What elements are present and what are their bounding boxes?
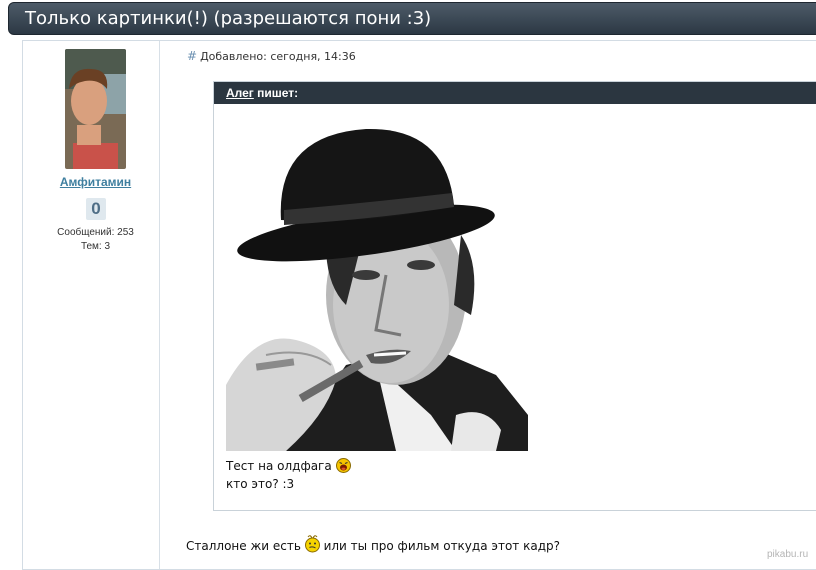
author-topics-count: Тем: 3 (80, 241, 111, 252)
author-name-link[interactable]: Амфитамин (23, 175, 168, 189)
post-author-column: Амфитамин 0 Сообщений: 253 Тем: 3 (23, 41, 160, 569)
author-posts-count: Сообщений: 253 (57, 227, 134, 238)
quote-text: Тест на олдфага кто это? :3 (226, 458, 351, 492)
post-body-text: Сталлоне жи есть или ты про фильм откуда… (186, 535, 560, 556)
watermark: pikabu.ru (767, 549, 809, 560)
reply-part-1: Сталлоне жи есть (186, 539, 301, 553)
quote-line-2: кто это? :3 (226, 477, 295, 491)
quote-writes-label: пишет: (257, 86, 299, 100)
post-meta: # Добавлено: сегодня, 14:36 (187, 49, 356, 63)
quote-author-link[interactable]: Алег (226, 86, 254, 100)
laughing-smiley-icon (335, 458, 351, 477)
forum-post: Амфитамин 0 Сообщений: 253 Тем: 3 # Добав… (22, 40, 816, 570)
post-anchor-link[interactable]: # (187, 49, 197, 63)
quote-header: Алег пишет: (214, 82, 816, 104)
confused-smiley-icon (304, 535, 320, 556)
quote-block: Алег пишет: Тест на олдфага кто это?:3 (213, 81, 816, 511)
post-date: Добавлено: сегодня, 14:36 (200, 50, 356, 63)
quoted-photo (226, 115, 528, 451)
topic-title: Только картинки(!) (разрешаются пони :3) (8, 2, 816, 35)
reputation-badge[interactable]: 0 (86, 198, 106, 220)
reply-part-2: или ты про фильм откуда этот кадр? (323, 539, 560, 553)
quote-line-1: Тест на олдфага (226, 459, 332, 473)
avatar[interactable] (65, 49, 126, 169)
